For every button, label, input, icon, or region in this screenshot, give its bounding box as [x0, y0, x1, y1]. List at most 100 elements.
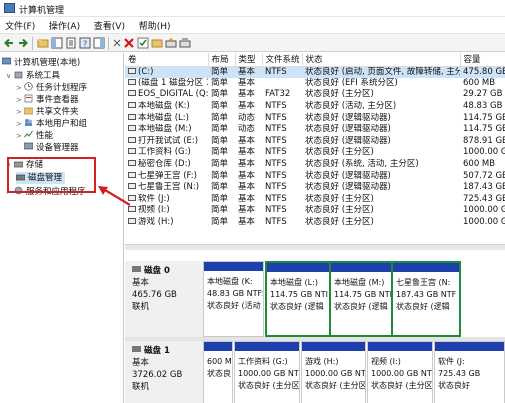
tree-item-root[interactable]: 计算机管理(本地) [2, 57, 80, 69]
table-row[interactable]: 本地磁盘 (K:) 简单 基本 NTFS 状态良好 (活动, 主分区) 48.83 GB [125, 101, 505, 113]
cell-text: 基本 [238, 77, 256, 88]
disk-0-label[interactable]: 磁盘 0 基本 465.76 GB 联机 [128, 261, 201, 337]
cell-status: 状态良好 (系统, 活动, 主分区) [302, 159, 460, 171]
partition-size: 1000.00 GB NTFS [371, 369, 432, 378]
table-row[interactable]: (C:) 简单 基本 NTFS 状态良好 (启动, 页面文件, 故障转储, 主分区) 47… [125, 66, 505, 78]
tree-item-local-users[interactable]: > 本地用户和组 [16, 118, 87, 130]
partition-k[interactable]: 本地磁盘 (K: 48.83 GB NTFS 状态良好 (活动 [203, 261, 264, 337]
tree-item-event-viewer[interactable]: > 事件查看器 [16, 94, 79, 106]
column-capacity[interactable]: 容量 [460, 53, 505, 67]
menu-file[interactable]: 文件(F) [0, 17, 41, 32]
table-row[interactable]: 七星鲁王宫 (N:) 简单 基本 NTFS 状态良好 (逻辑驱动器) 187.43 GB [125, 182, 505, 194]
volume-icon [128, 206, 136, 213]
forward-arrow-icon[interactable] [17, 37, 29, 49]
delete-icon[interactable] [123, 37, 135, 49]
table-row[interactable]: 软件 (J:) 简单 基本 NTFS 状态良好 (主分区) 725.43 GB [125, 194, 505, 206]
partition-m[interactable]: 本地磁盘 (M:) 114.75 GB NTI 状态良好 (逻辑 [329, 261, 393, 337]
partition-status: 状态良好 (逻辑 [396, 302, 450, 311]
table-row[interactable]: 秘密仓库 (D:) 简单 基本 NTFS 状态良好 (系统, 活动, 主分区) 600 M… [125, 159, 505, 171]
cell-capacity: 1000.00 GB [460, 205, 505, 217]
back-arrow-icon[interactable] [3, 37, 15, 49]
partition-status: 状态良好 (逻辑 [334, 302, 388, 311]
cell-text: 600 MB [463, 159, 496, 170]
checkmark-icon[interactable] [137, 37, 149, 49]
console-tree-icon[interactable] [51, 37, 63, 49]
tree-item-task-scheduler[interactable]: > 任务计划程序 [16, 82, 87, 94]
partition-efi[interactable]: 600 M 状态良 [203, 341, 233, 403]
column-type[interactable]: 类型 [235, 53, 263, 67]
cell-text: 基本 [238, 182, 256, 193]
disk-add-icon[interactable] [165, 37, 177, 49]
show-hide-icon[interactable] [93, 37, 105, 49]
cell-type: 基本 [235, 170, 262, 182]
cell-text: 状态良好 (主分区) [305, 217, 374, 228]
partition-h[interactable]: 游戏 (H:) 1000.00 GB NTFS 状态良好 (主分区 [301, 341, 366, 403]
table-row[interactable]: 工作资料 (G:) 简单基本 NTFS 状态良好 (主分区) 1000.00 GB [125, 147, 505, 159]
cell-text: (磁盘 1 磁盘分区 1) [138, 77, 208, 88]
cell-layout: 简单 [208, 182, 235, 194]
partition-l[interactable]: 本地磁盘 (L:) 114.75 GB NTI 状态良好 (逻辑 [265, 261, 331, 337]
menu-help[interactable]: 帮助(H) [134, 17, 177, 32]
cell-text: NTFS [265, 101, 287, 112]
cell-text: 本地磁盘 (K:) [138, 101, 190, 112]
expand-icon[interactable]: > [16, 82, 24, 94]
partition-bar [435, 342, 504, 351]
cell-text: 基本 [238, 66, 256, 77]
table-row[interactable]: EOS_DIGITAL (Q:) 简单 基本 FAT32 状态良好 (主分区) 29.27… [125, 89, 505, 101]
cell-text: 725.43 GB [463, 193, 505, 204]
cell-capacity: 725.43 GB [460, 194, 505, 206]
partition-status: 状态良好 (主分区 [305, 381, 366, 390]
cell-volume: (C:) [125, 66, 208, 78]
cell-text: 本地磁盘 (L:) [138, 112, 189, 123]
expand-icon[interactable]: > [16, 118, 24, 130]
cell-type: 基本 [235, 136, 262, 148]
partition-g[interactable]: 工作资料 (G:) 1000.00 GB NTFS 状态良好 (主分区 [234, 341, 300, 403]
table-row[interactable]: 七星弹王宫 (F:) 简单 基本 NTFS 状态良好 (逻辑驱动器) 507.72 GB [125, 170, 505, 182]
disk-type: 基本 [132, 278, 150, 288]
disk-export-icon[interactable] [179, 37, 191, 49]
cell-layout: 简单 [208, 101, 235, 113]
tree-item-system-tools[interactable]: ∨ 系统工具 [6, 70, 60, 82]
help-icon[interactable]: ? [79, 37, 91, 49]
tree-item-device-manager[interactable]: 设备管理器 [24, 142, 79, 154]
column-volume[interactable]: 卷 [125, 53, 209, 67]
expand-icon[interactable]: > [16, 106, 24, 118]
column-status[interactable]: 状态 [302, 53, 461, 67]
cell-filesystem: NTFS [262, 136, 302, 148]
partition-i[interactable]: 视频 (I:) 1000.00 GB NTFS 状态良好 (主分区 [367, 341, 433, 403]
column-filesystem[interactable]: 文件系统 [262, 53, 303, 67]
cell-text: 状态良好 (主分区) [305, 205, 374, 216]
expand-icon[interactable]: > [16, 94, 24, 106]
cell-text: 简单 [211, 193, 229, 204]
table-row[interactable]: 本地磁盘 (M:) 简单 动态 NTFS 状态良好 (逻辑驱动器) 114.75 GB [125, 124, 505, 136]
column-layout[interactable]: 布局 [208, 53, 236, 67]
menu-action[interactable]: 操作(A) [44, 17, 86, 32]
connect-icon[interactable] [111, 37, 123, 49]
properties-icon[interactable] [65, 37, 77, 49]
collapse-icon[interactable]: ∨ [6, 70, 14, 82]
table-row[interactable]: 游戏 (H:) 简单基本 NTFS 状态良好 (主分区) 1000.00 GB [125, 217, 505, 229]
tree-item-shared-folders[interactable]: > 共享文件夹 [16, 106, 79, 118]
partition-n[interactable]: 七星鲁王宫 (N: 187.43 GB NTF 状态良好 (逻辑 [391, 261, 461, 337]
partition-j[interactable]: 软件 (J: 725.43 GB 状态良好 [434, 341, 505, 403]
cell-text: 状态良好 (活动, 主分区) [305, 101, 397, 112]
cell-type: 基本 [235, 182, 262, 194]
folder-icon[interactable] [151, 37, 163, 49]
menu-view[interactable]: 查看(V) [89, 17, 131, 32]
pane-splitter[interactable] [125, 244, 505, 250]
folder-up-icon[interactable] [37, 37, 49, 49]
cell-volume: 七星鲁王宫 (N:) [125, 182, 208, 194]
tree-item-performance[interactable]: > 性能 [16, 130, 53, 142]
table-row[interactable]: 视频 (I:) 简单基本 NTFS 状态良好 (主分区) 1000.00 GB [125, 205, 505, 217]
table-row[interactable]: 本地磁盘 (L:) 简单 动态 NTFS 状态良好 (逻辑驱动器) 114.75 GB [125, 112, 505, 124]
cell-text: 简单 [211, 217, 229, 228]
table-row[interactable]: 打开我试试 (E:) 简单 基本 NTFS 状态良好 (逻辑驱动器) 878.91 GB [125, 136, 505, 148]
cell-status: 状态良好 (主分区) [302, 194, 460, 206]
disk-icon [132, 266, 141, 272]
cell-layout: 简单 [208, 78, 235, 90]
cell-text: 878.91 GB [463, 135, 505, 146]
table-row[interactable]: (磁盘 1 磁盘分区 1) 简单 基本 状态良好 (EFI 系统分区) 600 MB [125, 78, 505, 90]
expand-icon[interactable]: > [16, 130, 24, 142]
cell-status: 状态良好 (主分区) [302, 205, 460, 217]
disk-1-label[interactable]: 磁盘 1 基本 3726.02 GB 联机 [128, 341, 201, 403]
